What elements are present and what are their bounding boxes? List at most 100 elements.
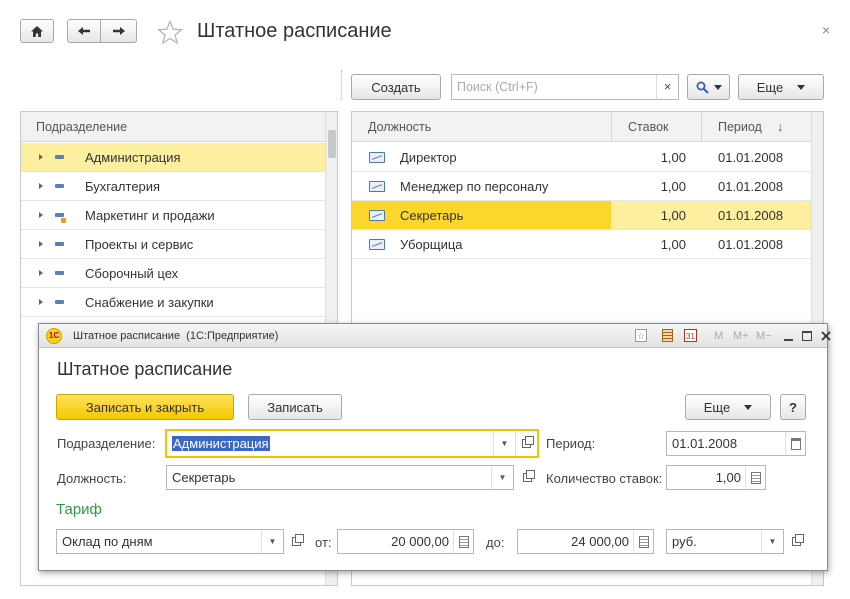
memory-minus-icon[interactable]: M−: [756, 330, 772, 342]
list-item[interactable]: Проекты и сервис: [21, 230, 337, 259]
department-icon: [55, 155, 64, 159]
expand-icon[interactable]: [39, 212, 43, 218]
position-icon: [369, 238, 385, 250]
calendar-picker-icon[interactable]: [785, 432, 805, 455]
tariff-type-value: Оклад по дням: [62, 534, 153, 549]
column-header-position[interactable]: Должность: [368, 120, 431, 134]
search-clear-icon[interactable]: ×: [656, 75, 678, 99]
scrollbar-thumb[interactable]: [328, 130, 336, 158]
magnifier-icon: [696, 81, 709, 94]
dialog-window-title: Штатное расписание (1С:Предприятие): [73, 330, 279, 342]
help-button[interactable]: ?: [780, 394, 806, 420]
tariff-type-open-icon[interactable]: [284, 529, 308, 554]
forward-button[interactable]: [100, 19, 137, 43]
column-header-period[interactable]: Период: [718, 120, 762, 134]
expand-icon[interactable]: [39, 270, 43, 276]
lock-dot-icon: [61, 218, 66, 223]
record-dialog[interactable]: 1С Штатное расписание (1С:Предприятие) ☆…: [38, 323, 831, 571]
arrow-left-icon: [78, 27, 90, 35]
calculator-icon[interactable]: [745, 466, 765, 489]
position-dropdown-icon[interactable]: ▼: [491, 466, 513, 489]
period-label: Период:: [546, 436, 596, 451]
chevron-down-icon: [713, 84, 722, 90]
department-open-icon[interactable]: [515, 431, 537, 456]
list-item[interactable]: Администрация: [21, 143, 337, 172]
department-list-header[interactable]: Подразделение: [21, 112, 337, 142]
maximize-icon[interactable]: [802, 331, 812, 341]
tariff-type-dropdown-icon[interactable]: ▼: [261, 530, 283, 553]
to-label: до:: [486, 535, 505, 550]
list-item-label: Администрация: [85, 149, 181, 165]
save-and-close-button[interactable]: Записать и закрыть: [56, 394, 234, 420]
create-button[interactable]: Создать: [351, 74, 441, 100]
calculator-icon[interactable]: [633, 530, 653, 553]
department-icon: [55, 300, 64, 304]
memory-plus-icon[interactable]: M+: [733, 330, 749, 342]
positions-table-header[interactable]: Должность Ставок Период ↓: [352, 112, 823, 142]
search-options-button[interactable]: [687, 74, 730, 100]
calculator-icon[interactable]: [662, 329, 673, 342]
more-button[interactable]: Еще: [738, 74, 824, 100]
department-dropdown-icon[interactable]: ▼: [493, 431, 515, 456]
column-header-department[interactable]: Подразделение: [36, 120, 127, 134]
position-open-icon[interactable]: [515, 465, 539, 490]
cell-position: Уборщица: [400, 236, 463, 252]
home-button[interactable]: [20, 19, 54, 43]
sort-desc-icon[interactable]: ↓: [777, 120, 783, 134]
save-button[interactable]: Записать: [248, 394, 342, 420]
rate-count-field[interactable]: 1,00: [666, 465, 766, 490]
chevron-down-icon: [797, 84, 806, 90]
expand-icon[interactable]: [39, 183, 43, 189]
department-field[interactable]: Администрация ▼: [165, 429, 539, 458]
back-button[interactable]: [67, 19, 101, 43]
list-item[interactable]: Снабжение и закупки: [21, 288, 337, 317]
position-value: Секретарь: [172, 470, 236, 485]
memory-m-icon[interactable]: M: [714, 330, 723, 342]
cell-rate: 1,00: [660, 207, 686, 223]
tariff-type-field[interactable]: Оклад по дням ▼: [56, 529, 284, 554]
search-input[interactable]: Поиск (Ctrl+F) ×: [451, 74, 679, 100]
list-item[interactable]: Маркетинг и продажи: [21, 201, 337, 230]
expand-icon[interactable]: [39, 154, 43, 160]
home-icon: [31, 25, 43, 37]
column-header-rate[interactable]: Ставок: [628, 120, 669, 134]
position-icon: [369, 180, 385, 192]
currency-dropdown-icon[interactable]: ▼: [761, 530, 783, 553]
panel-splitter[interactable]: [341, 70, 342, 100]
cell-position: Директор: [400, 149, 457, 165]
table-row[interactable]: Директор 1,00 01.01.2008: [352, 143, 823, 172]
dialog-more-button[interactable]: Еще: [685, 394, 771, 420]
expand-icon[interactable]: [39, 241, 43, 247]
app-logo-icon: 1С: [46, 328, 62, 344]
chevron-down-icon: [744, 404, 753, 410]
tariff-from-field[interactable]: 20 000,00: [337, 529, 474, 554]
cell-period: 01.01.2008: [718, 178, 784, 194]
department-icon: [55, 184, 64, 188]
tariff-to-field[interactable]: 24 000,00: [517, 529, 654, 554]
currency-open-icon[interactable]: [784, 529, 808, 554]
favorite-small-icon[interactable]: ☆: [635, 329, 647, 342]
favorite-star-icon[interactable]: [157, 20, 183, 45]
position-field[interactable]: Секретарь ▼: [166, 465, 514, 490]
minimize-icon[interactable]: [784, 339, 793, 341]
rate-count-label: Количество ставок:: [546, 471, 663, 486]
department-label: Подразделение:: [57, 436, 156, 451]
dialog-titlebar[interactable]: 1С Штатное расписание (1С:Предприятие) ☆…: [39, 324, 831, 348]
list-item[interactable]: Сборочный цех: [21, 259, 337, 288]
list-item-label: Бухгалтерия: [85, 178, 161, 194]
close-icon[interactable]: ×: [822, 22, 830, 38]
calculator-icon[interactable]: [453, 530, 473, 553]
currency-field[interactable]: руб. ▼: [666, 529, 784, 554]
cell-position: Секретарь: [400, 207, 464, 223]
close-icon[interactable]: [821, 331, 831, 341]
list-item-label: Снабжение и закупки: [85, 294, 214, 310]
table-row[interactable]: Менеджер по персоналу 1,00 01.01.2008: [352, 172, 823, 201]
cell-rate: 1,00: [660, 236, 686, 252]
table-row-selected[interactable]: Секретарь 1,00 01.01.2008: [352, 201, 823, 230]
table-row[interactable]: Уборщица 1,00 01.01.2008: [352, 230, 823, 259]
expand-icon[interactable]: [39, 299, 43, 305]
position-icon: [369, 209, 385, 221]
calendar-icon[interactable]: 31: [684, 329, 697, 342]
list-item[interactable]: Бухгалтерия: [21, 172, 337, 201]
period-field[interactable]: 01.01.2008: [666, 431, 806, 456]
